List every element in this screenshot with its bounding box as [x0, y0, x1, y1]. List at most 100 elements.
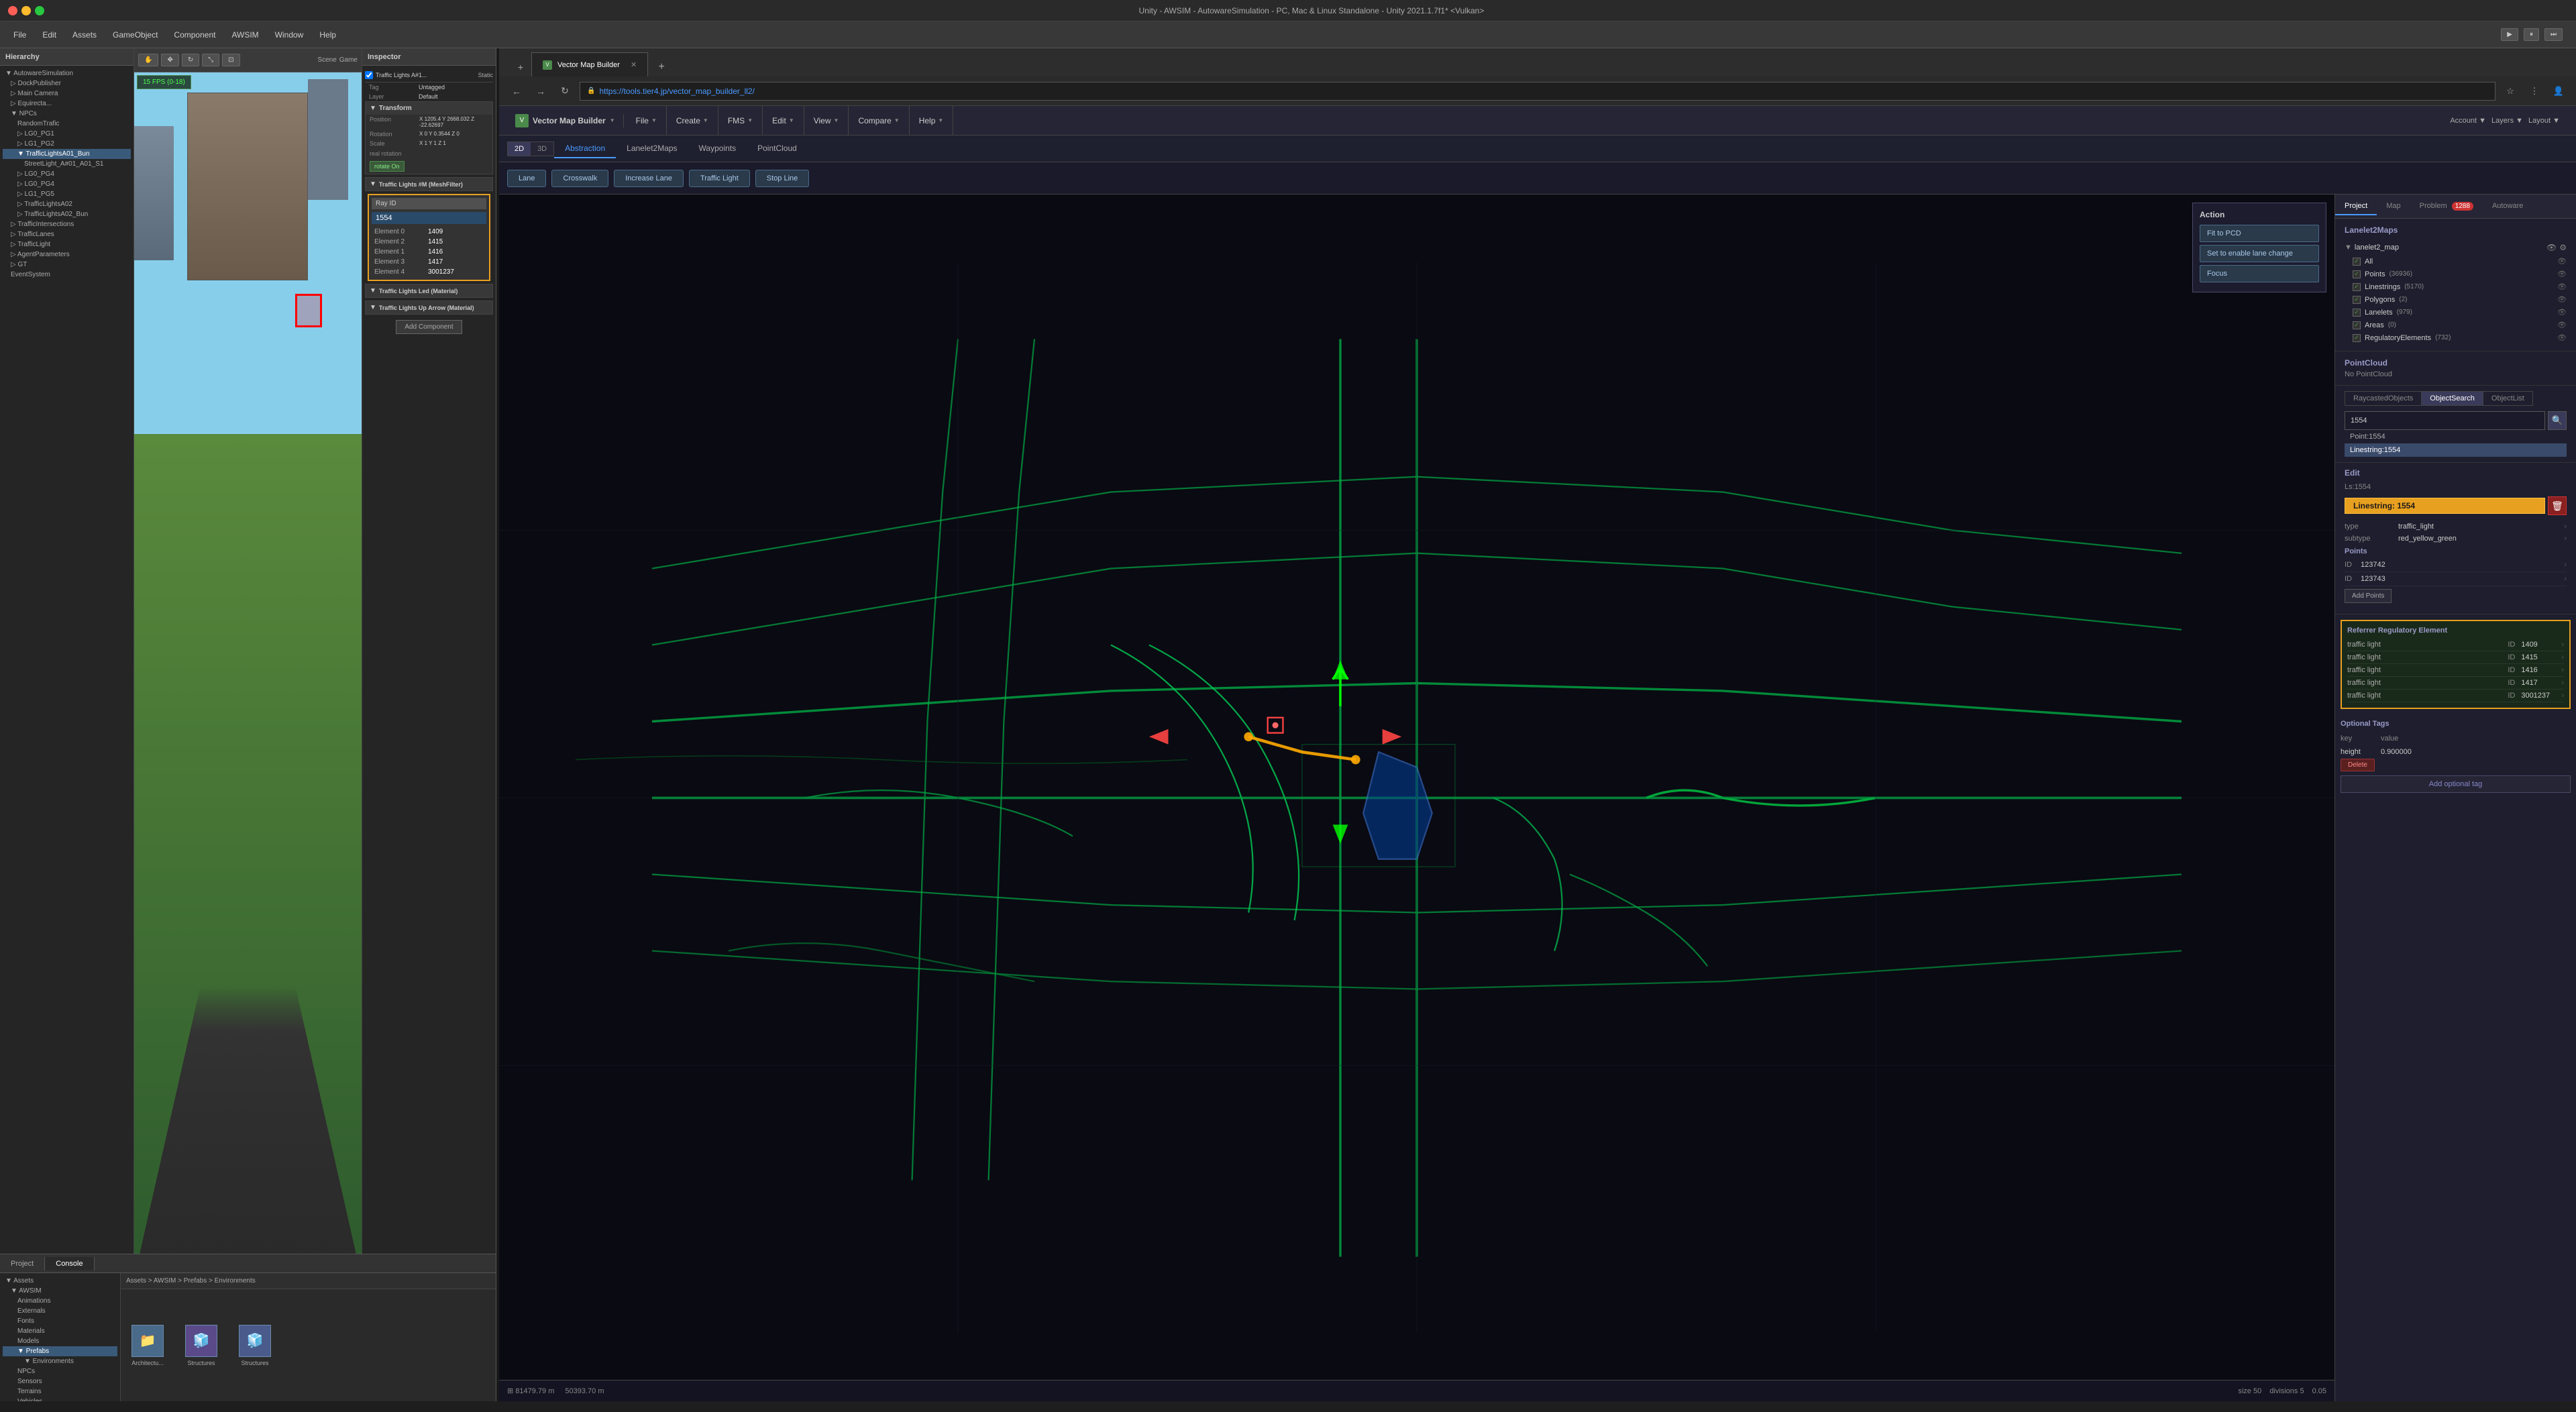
scene-3d-viewport[interactable]: 15 FPS (0-18) — [134, 72, 362, 1254]
assets-root[interactable]: ▼ Assets — [3, 1276, 117, 1286]
profile-btn[interactable]: 👤 — [2549, 82, 2568, 101]
search-result-linestring[interactable]: Linestring:1554 — [2345, 443, 2567, 457]
hierarchy-item-agentparams[interactable]: ▷ AgentParameters — [3, 250, 131, 260]
hierarchy-item-lg1pg5[interactable]: ▷ LG1_PG5 — [3, 189, 131, 199]
hierarchy-item-camera[interactable]: ▷ Main Camera — [3, 89, 131, 99]
assets-terrains[interactable]: Terrains — [3, 1387, 117, 1397]
object-active-checkbox[interactable] — [365, 71, 373, 79]
map-settings-icon[interactable]: ⚙ — [2559, 243, 2567, 252]
console-tab[interactable]: Console — [45, 1257, 94, 1270]
map-eye-icon[interactable]: 👁 — [2546, 243, 2557, 252]
vmb-edit-btn[interactable]: Edit ▼ — [763, 106, 804, 135]
layer-reg-checkbox[interactable]: ✓ — [2353, 334, 2361, 342]
layer-lane-eye[interactable]: 👁 — [2557, 308, 2567, 317]
action-crosswalk-btn[interactable]: Crosswalk — [551, 170, 608, 187]
action-increase-lane-btn[interactable]: Increase Lane — [614, 170, 684, 187]
hierarchy-item-trafficA02[interactable]: ▷ TrafficLightsA02 — [3, 199, 131, 209]
hierarchy-item-lg0pg1[interactable]: ▷ LG0_PG1 — [3, 129, 131, 139]
assets-sensors[interactable]: Sensors — [3, 1376, 117, 1387]
add-optional-tag-btn[interactable]: Add optional tag — [2341, 775, 2571, 793]
ls-delete-btn[interactable]: 🗑 — [2548, 496, 2567, 515]
tab-project[interactable]: Project — [2335, 198, 2377, 215]
minimize-window-btn[interactable] — [21, 6, 31, 15]
assets-awsim[interactable]: ▼ AWSIM — [3, 1286, 117, 1296]
settings-btn[interactable]: ⋮ — [2525, 82, 2544, 101]
hierarchy-item-trafficlight[interactable]: ▷ TrafficLight — [3, 239, 131, 250]
rotate-on-button[interactable]: rotate On — [370, 161, 405, 172]
menu-help[interactable]: Help — [311, 26, 344, 44]
nav-pointcloud[interactable]: PointCloud — [747, 140, 808, 158]
layer-ls-eye[interactable]: 👁 — [2557, 282, 2567, 291]
step-btn[interactable]: ⏭ — [2544, 28, 2563, 41]
layer-points-eye[interactable]: 👁 — [2557, 270, 2567, 278]
set-enable-btn[interactable]: Set to enable lane change — [2200, 245, 2319, 262]
menu-component[interactable]: Component — [166, 26, 223, 44]
layer-all-checkbox[interactable]: ✓ — [2353, 258, 2361, 266]
new-tab-btn[interactable]: + — [511, 58, 530, 76]
ls-title-box[interactable]: Linestring: 1554 — [2345, 498, 2545, 514]
add-component-btn[interactable]: Add Component — [396, 320, 462, 334]
hierarchy-item-intersections[interactable]: ▷ TrafficIntersections — [3, 219, 131, 229]
assets-environments[interactable]: ▼ Environments — [3, 1356, 117, 1366]
add-tab-btn[interactable]: + — [652, 58, 671, 76]
menu-file[interactable]: File — [5, 26, 34, 44]
fit-to-pcd-btn[interactable]: Fit to PCD — [2200, 225, 2319, 242]
layer-lane-checkbox[interactable]: ✓ — [2353, 309, 2361, 317]
layer-all-eye[interactable]: 👁 — [2557, 257, 2567, 266]
assets-prefabs[interactable]: ▼ Prefabs — [3, 1346, 117, 1356]
menu-gameobject[interactable]: GameObject — [105, 26, 166, 44]
action-traffic-light-btn[interactable]: Traffic Light — [689, 170, 750, 187]
assets-materials[interactable]: Materials — [3, 1326, 117, 1336]
action-stop-line-btn[interactable]: Stop Line — [755, 170, 809, 187]
object-search-tab[interactable]: ObjectSearch — [2421, 391, 2483, 406]
delete-tag-btn[interactable]: Delete — [2341, 759, 2375, 771]
hierarchy-item-gt[interactable]: ▷ GT — [3, 260, 131, 270]
scene-tool-hand[interactable]: ✋ — [138, 54, 158, 66]
hierarchy-item-lg0pg4[interactable]: ▷ LG0_PG4 — [3, 169, 131, 179]
vmb-view-btn[interactable]: View ▼ — [804, 106, 849, 135]
play-btn[interactable]: ▶ — [2501, 28, 2518, 41]
maximize-window-btn[interactable] — [35, 6, 44, 15]
vmb-create-btn[interactable]: Create ▼ — [667, 106, 718, 135]
layer-poly-eye[interactable]: 👁 — [2557, 295, 2567, 304]
tab-autoware[interactable]: Autoware — [2483, 198, 2532, 215]
vmb-browser-tab[interactable]: V Vector Map Builder ✕ — [531, 52, 648, 76]
nav-lanelet2maps[interactable]: Lanelet2Maps — [616, 140, 688, 158]
selected-traffic-light-object[interactable] — [295, 294, 322, 327]
assets-npcs[interactable]: NPCs — [3, 1366, 117, 1376]
hierarchy-item-lg0pg4b[interactable]: ▷ LG0_PG4 — [3, 179, 131, 189]
3d-btn[interactable]: 3D — [531, 142, 553, 156]
vmb-compare-btn[interactable]: Compare ▼ — [849, 106, 909, 135]
nav-back-btn[interactable]: ← — [507, 82, 526, 101]
layer-reg-eye[interactable]: 👁 — [2557, 333, 2567, 342]
menu-edit[interactable]: Edit — [34, 26, 64, 44]
layer-ls-checkbox[interactable]: ✓ — [2353, 283, 2361, 291]
focus-btn[interactable]: Focus — [2200, 265, 2319, 282]
nav-forward-btn[interactable]: → — [531, 82, 550, 101]
add-points-btn[interactable]: Add Points — [2345, 589, 2392, 603]
asset-structures[interactable]: 🧊 Structures — [180, 1325, 223, 1366]
hierarchy-item-eventsystem[interactable]: EventSystem — [3, 270, 131, 280]
tab-problem[interactable]: Problem 1288 — [2410, 198, 2483, 215]
close-tab-btn[interactable]: ✕ — [631, 60, 637, 69]
vmb-help-btn[interactable]: Help ▼ — [910, 106, 954, 135]
assets-models[interactable]: Models — [3, 1336, 117, 1346]
tab-map[interactable]: Map — [2377, 198, 2410, 215]
scene-tool-scale[interactable]: ⤡ — [202, 54, 219, 66]
layer-poly-checkbox[interactable]: ✓ — [2353, 296, 2361, 304]
assets-vehicles[interactable]: Vehicles — [3, 1397, 117, 1401]
hierarchy-item-dock[interactable]: ▷ DockPublisher — [3, 78, 131, 89]
close-window-btn[interactable] — [8, 6, 17, 15]
map-viewport[interactable]: Action Fit to PCD Set to enable lane cha… — [499, 195, 2334, 1401]
asset-architectu[interactable]: 📁 Architectu... — [126, 1325, 169, 1366]
nav-abstraction[interactable]: Abstraction — [554, 140, 616, 158]
pause-btn[interactable]: ⏸ — [2524, 28, 2539, 41]
hierarchy-item-trafficlightsA01[interactable]: ▼ TrafficLightsA01_Bun — [3, 149, 131, 159]
layer-points-checkbox[interactable]: ✓ — [2353, 270, 2361, 278]
hierarchy-item-autoware[interactable]: ▼ AutowareSimulation — [3, 68, 131, 78]
hierarchy-item-trafficA02bun[interactable]: ▷ TrafficLightsA02_Bun — [3, 209, 131, 219]
hierarchy-item-lanes[interactable]: ▷ TrafficLanes — [3, 229, 131, 239]
scene-tool-move[interactable]: ✥ — [161, 54, 178, 66]
hierarchy-item-streetlight[interactable]: StreetLight_A#01_A01_S1 — [3, 159, 131, 169]
project-tab[interactable]: Project — [0, 1257, 45, 1270]
